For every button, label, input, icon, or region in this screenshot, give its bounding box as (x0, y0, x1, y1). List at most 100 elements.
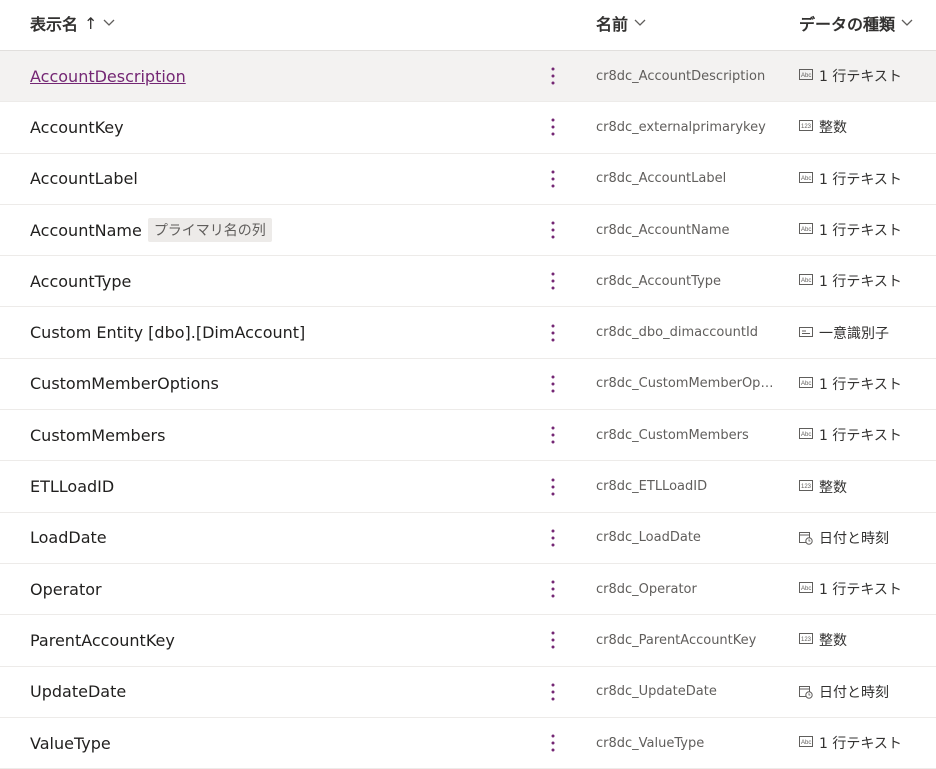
svg-text:Abc: Abc (801, 227, 811, 233)
display-name[interactable]: CustomMemberOptions (30, 374, 219, 393)
more-vertical-icon (551, 580, 555, 598)
text-icon: Abc (799, 376, 813, 391)
table-row[interactable]: Operator cr8dc_Operator Abc 1 行テキスト (0, 564, 936, 616)
data-type-cell: Abc 1 行テキスト (799, 410, 902, 460)
logical-name: cr8dc_AccountLabel (596, 171, 727, 187)
table-row[interactable]: AccountType cr8dc_AccountType Abc 1 行テキス… (0, 256, 936, 308)
table-row[interactable]: ValueType cr8dc_ValueType Abc 1 行テキスト (0, 718, 936, 769)
more-options-button[interactable] (546, 615, 560, 665)
chevron-down-icon[interactable] (901, 19, 913, 27)
logical-name: cr8dc_LoadDate (596, 530, 701, 546)
more-options-button[interactable] (546, 410, 560, 460)
more-options-button[interactable] (546, 51, 560, 101)
column-header-display-name[interactable]: 表示名 ↑ (30, 0, 115, 46)
table-row[interactable]: CustomMemberOptions cr8dc_CustomMemberOp… (0, 359, 936, 411)
more-options-button[interactable] (546, 461, 560, 511)
display-name[interactable]: AccountKey (30, 118, 124, 137)
display-name[interactable]: AccountDescription (30, 67, 186, 86)
column-header-data-type[interactable]: データの種類 (799, 0, 913, 46)
display-name[interactable]: CustomMembers (30, 426, 165, 445)
svg-text:123: 123 (801, 124, 812, 130)
display-name-cell: AccountType (30, 256, 131, 306)
data-type-label: 1 行テキスト (819, 223, 902, 240)
data-type-label: 日付と時刻 (819, 684, 889, 701)
data-type-label: 1 行テキスト (819, 428, 902, 445)
more-options-button[interactable] (546, 564, 560, 614)
svg-text:Abc: Abc (801, 381, 811, 387)
more-options-button[interactable] (546, 256, 560, 306)
table-row[interactable]: ETLLoadID cr8dc_ETLLoadID 123 整数 (0, 461, 936, 513)
table-row[interactable]: AccountKey cr8dc_externalprimarykey 123 … (0, 102, 936, 154)
display-name-cell: Operator (30, 564, 102, 614)
more-vertical-icon (551, 272, 555, 290)
table-row[interactable]: UpdateDate cr8dc_UpdateDate 日付と時刻 (0, 667, 936, 718)
table-row[interactable]: AccountDescription cr8dc_AccountDescript… (0, 51, 936, 103)
display-name[interactable]: UpdateDate (30, 682, 126, 701)
logical-name: cr8dc_dbo_dimaccountId (596, 325, 759, 341)
more-vertical-icon (551, 375, 555, 393)
column-header-name[interactable]: 名前 (596, 0, 646, 46)
datetime-icon (799, 531, 813, 545)
logical-name-cell: cr8dc_CustomMembers (596, 410, 776, 460)
more-options-button[interactable] (546, 154, 560, 204)
display-name[interactable]: ParentAccountKey (30, 631, 175, 650)
data-type-cell: Abc 1 行テキスト (799, 154, 902, 204)
data-type-label: 整数 (819, 479, 847, 496)
more-vertical-icon (551, 631, 555, 649)
logical-name-cell: cr8dc_AccountDescription (596, 51, 776, 101)
more-options-button[interactable] (546, 102, 560, 152)
more-vertical-icon (551, 426, 555, 444)
logical-name-cell: cr8dc_dbo_dimaccountId (596, 307, 776, 357)
more-options-button[interactable] (546, 359, 560, 409)
data-type-cell: 日付と時刻 (799, 667, 889, 717)
data-type-cell: 一意識別子 (799, 307, 889, 357)
text-icon: Abc (799, 428, 813, 442)
table-row[interactable]: ParentAccountKey cr8dc_ParentAccountKey … (0, 615, 936, 667)
display-name[interactable]: AccountLabel (30, 169, 138, 188)
more-options-button[interactable] (546, 667, 560, 717)
logical-name-cell: cr8dc_LoadDate (596, 513, 776, 563)
chevron-down-icon[interactable] (634, 19, 646, 27)
logical-name-cell: cr8dc_ValueType (596, 718, 776, 768)
more-options-button[interactable] (546, 307, 560, 357)
display-name[interactable]: ETLLoadID (30, 477, 114, 496)
logical-name-cell: cr8dc_externalprimarykey (596, 102, 776, 152)
columns-grid: 表示名 ↑ 名前 データの種類 AccountDescription cr8dc… (0, 0, 936, 769)
display-name[interactable]: LoadDate (30, 528, 107, 547)
more-vertical-icon (551, 67, 555, 85)
display-name-cell: Custom Entity [dbo].[DimAccount] (30, 307, 305, 357)
display-name-cell: LoadDate (30, 513, 107, 563)
display-name-cell: ETLLoadID (30, 461, 114, 511)
data-type-label: 1 行テキスト (819, 171, 902, 188)
display-name-cell: AccountKey (30, 102, 124, 152)
datetime-icon (799, 685, 813, 699)
svg-text:Abc: Abc (801, 176, 811, 182)
display-name-cell: AccountDescription (30, 51, 186, 101)
grid-header: 表示名 ↑ 名前 データの種類 (0, 0, 936, 51)
chevron-down-icon[interactable] (103, 19, 115, 27)
logical-name-cell: cr8dc_UpdateDate (596, 667, 776, 717)
more-options-button[interactable] (546, 205, 560, 255)
display-name[interactable]: ValueType (30, 734, 111, 753)
logical-name-cell: cr8dc_Operator (596, 564, 776, 614)
table-row[interactable]: AccountName プライマリ名の列 cr8dc_AccountName A… (0, 205, 936, 257)
table-row[interactable]: Custom Entity [dbo].[DimAccount] cr8dc_d… (0, 307, 936, 359)
svg-text:Abc: Abc (801, 73, 811, 79)
data-type-label: 整数 (819, 120, 847, 137)
column-header-name-label: 名前 (596, 15, 629, 34)
display-name[interactable]: AccountName (30, 221, 142, 240)
display-name[interactable]: Operator (30, 580, 102, 599)
logical-name: cr8dc_CustomMembers (596, 427, 749, 443)
table-row[interactable]: AccountLabel cr8dc_AccountLabel Abc 1 行テ… (0, 154, 936, 205)
more-options-button[interactable] (546, 513, 560, 563)
display-name-cell: ValueType (30, 718, 111, 768)
table-row[interactable]: LoadDate cr8dc_LoadDate 日付と時刻 (0, 513, 936, 564)
display-name[interactable]: Custom Entity [dbo].[DimAccount] (30, 323, 305, 342)
more-options-button[interactable] (546, 718, 560, 768)
table-row[interactable]: CustomMembers cr8dc_CustomMembers Abc 1 … (0, 410, 936, 462)
text-icon: Abc (799, 582, 813, 596)
more-vertical-icon (551, 170, 555, 188)
display-name[interactable]: AccountType (30, 272, 131, 291)
grid-rows: AccountDescription cr8dc_AccountDescript… (0, 51, 936, 769)
data-type-cell: Abc 1 行テキスト (799, 205, 902, 255)
